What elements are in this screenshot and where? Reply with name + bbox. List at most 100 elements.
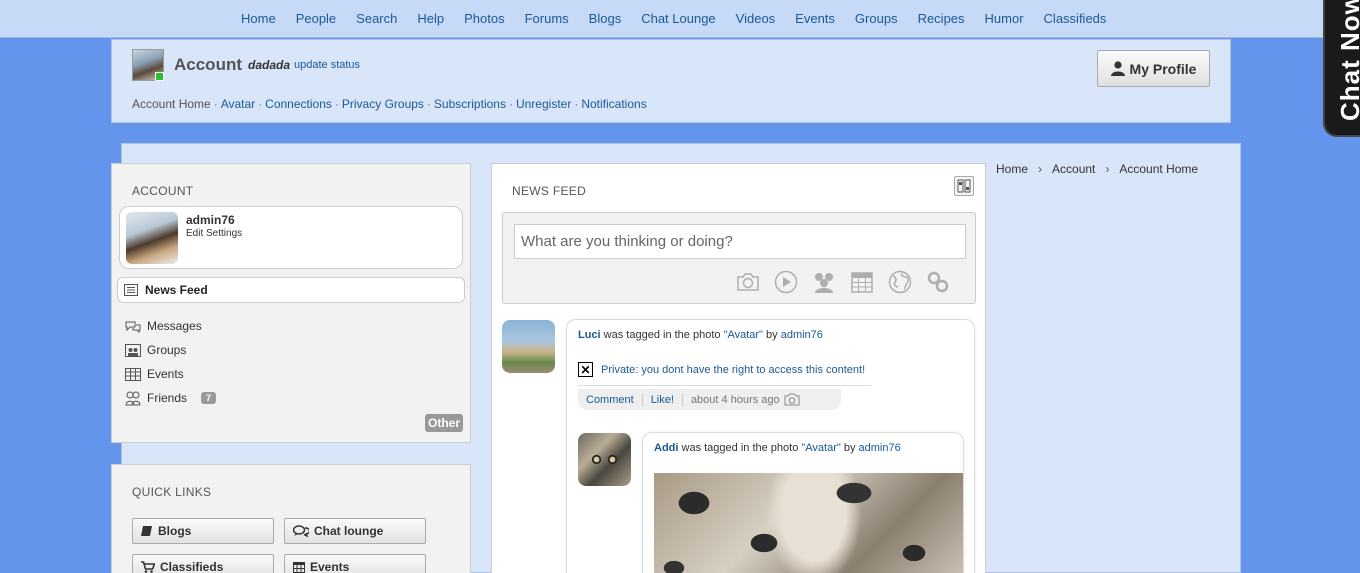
nav-help[interactable]: Help: [417, 11, 444, 26]
subnav-separator: ·: [258, 97, 263, 111]
quick-link-classifieds[interactable]: Classifieds: [132, 554, 274, 573]
quick-link-label: Chat lounge: [314, 524, 384, 538]
chat-bubbles-icon: [293, 525, 309, 537]
breadcrumb-separator: ›: [1038, 162, 1043, 176]
nav-home[interactable]: Home: [241, 11, 276, 26]
nav-humor[interactable]: Humor: [985, 11, 1024, 26]
news-feed-label: News Feed: [145, 283, 208, 297]
calendar-icon[interactable]: [849, 270, 874, 294]
subnav-avatar[interactable]: Avatar: [221, 97, 255, 111]
feed-entry-text: Luci was tagged in the photo "Avatar" by…: [578, 329, 823, 341]
feed-entry-author[interactable]: admin76: [859, 442, 901, 454]
nav-groups[interactable]: Groups: [855, 11, 898, 26]
account-menu: Messages Groups Events Friends 7: [125, 314, 217, 410]
user-photo[interactable]: [126, 212, 178, 264]
tagged-photo[interactable]: [654, 473, 963, 573]
account-subnav: Account Home · Avatar · Connections · Pr…: [132, 97, 647, 111]
subnav-connections[interactable]: Connections: [265, 97, 332, 111]
groups-label: Groups: [147, 343, 187, 357]
feed-entry-text: Addi was tagged in the photo "Avatar" by…: [654, 442, 901, 454]
sidebar-item-friends[interactable]: Friends 7: [125, 386, 217, 410]
username[interactable]: admin76: [186, 213, 235, 227]
quick-link-blogs[interactable]: Blogs: [132, 518, 274, 544]
news-feed-icon: [124, 284, 138, 296]
nav-videos[interactable]: Videos: [736, 11, 776, 26]
status-input[interactable]: [514, 224, 966, 259]
breadcrumb-home[interactable]: Home: [996, 162, 1028, 176]
entry-divider: [578, 385, 871, 386]
private-content-notice: ✕ Private: you dont have the right to ac…: [578, 362, 865, 377]
link-icon[interactable]: [925, 270, 950, 294]
nav-events[interactable]: Events: [795, 11, 835, 26]
other-button[interactable]: Other: [425, 414, 464, 432]
messages-label: Messages: [147, 319, 202, 333]
subnav-separator: ·: [213, 97, 218, 111]
subnav-separator: ·: [334, 97, 339, 111]
user-icon: [1110, 61, 1125, 76]
nav-photos[interactable]: Photos: [464, 11, 504, 26]
events-label: Events: [147, 367, 184, 381]
video-icon[interactable]: [773, 270, 798, 294]
breadcrumb-separator: ›: [1105, 162, 1110, 176]
calendar-icon: [293, 562, 305, 573]
quick-link-events[interactable]: Events: [284, 554, 426, 573]
feed-entry-photo-link[interactable]: "Avatar": [801, 442, 840, 454]
account-header: Account dadada update status Account Hom…: [111, 39, 1231, 123]
like-link[interactable]: Like!: [643, 393, 683, 406]
camera-icon[interactable]: [735, 270, 760, 294]
subnav-unregister[interactable]: Unregister: [516, 97, 571, 111]
feed-entry-avatar-addi[interactable]: [578, 433, 631, 486]
quick-link-chat-lounge[interactable]: Chat lounge: [284, 518, 426, 544]
sidebar-item-messages[interactable]: Messages: [125, 314, 216, 338]
sidebar-item-events[interactable]: Events: [125, 362, 216, 386]
nav-recipes[interactable]: Recipes: [918, 11, 965, 26]
update-status-link[interactable]: update status: [294, 59, 360, 71]
sidebar-item-groups[interactable]: Groups: [125, 338, 216, 362]
camera-icon: [784, 393, 800, 406]
account-panel: ACCOUNT admin76 Edit Settings News Feed …: [111, 163, 471, 443]
feed-settings-button[interactable]: [954, 176, 974, 196]
subnav-privacy-groups[interactable]: Privacy Groups: [342, 97, 424, 111]
globe-icon[interactable]: [887, 270, 912, 294]
quick-link-label: Events: [310, 560, 350, 573]
chat-now-tab[interactable]: Chat Now: [1323, 0, 1360, 137]
subnav-subscriptions[interactable]: Subscriptions: [434, 97, 506, 111]
friends-count-badge: 7: [201, 392, 217, 404]
nav-forums[interactable]: Forums: [525, 11, 569, 26]
header-avatar[interactable]: [132, 49, 164, 81]
nav-chat-lounge[interactable]: Chat Lounge: [641, 11, 715, 26]
subnav-notifications[interactable]: Notifications: [581, 97, 646, 111]
my-profile-button[interactable]: My Profile: [1097, 50, 1210, 87]
sidebar-item-news-feed[interactable]: News Feed: [117, 277, 465, 303]
feed-entry-avatar-luci[interactable]: [502, 320, 555, 373]
edit-settings-link[interactable]: Edit Settings: [186, 228, 242, 239]
nav-blogs[interactable]: Blogs: [589, 11, 622, 26]
feed-entry-user[interactable]: Addi: [654, 442, 678, 454]
feed-entry-author[interactable]: admin76: [781, 329, 823, 341]
online-indicator-icon: [155, 72, 164, 81]
messages-icon: [125, 321, 141, 333]
quick-link-label: Blogs: [158, 524, 192, 538]
account-title: Account: [174, 55, 242, 74]
events-icon: [125, 367, 141, 381]
subnav-separator: ·: [508, 97, 513, 111]
subnav-account-home[interactable]: Account Home: [132, 97, 211, 111]
user-card: admin76 Edit Settings: [119, 206, 463, 269]
broken-image-icon: ✕: [578, 362, 593, 377]
my-profile-label: My Profile: [1129, 60, 1197, 77]
private-message[interactable]: Private: you dont have the right to acce…: [601, 364, 865, 376]
nav-search[interactable]: Search: [356, 11, 397, 26]
chat-now-label: Chat Now: [1335, 0, 1360, 121]
quick-links-panel: QUICK LINKS Blogs Chat lounge Classified…: [111, 464, 471, 573]
breadcrumb-account-home: Account Home: [1119, 162, 1199, 176]
friends-icon: [125, 391, 141, 405]
feed-entry-photo-link[interactable]: "Avatar": [724, 329, 763, 341]
nav-classifieds[interactable]: Classifieds: [1044, 11, 1107, 26]
comment-link[interactable]: Comment: [578, 393, 643, 406]
nav-people[interactable]: People: [296, 11, 336, 26]
group-icon[interactable]: [811, 270, 836, 294]
sliders-icon: [957, 179, 971, 193]
breadcrumb-account[interactable]: Account: [1052, 162, 1095, 176]
feed-entry-user[interactable]: Luci: [578, 329, 601, 341]
subnav-separator: ·: [574, 97, 579, 111]
